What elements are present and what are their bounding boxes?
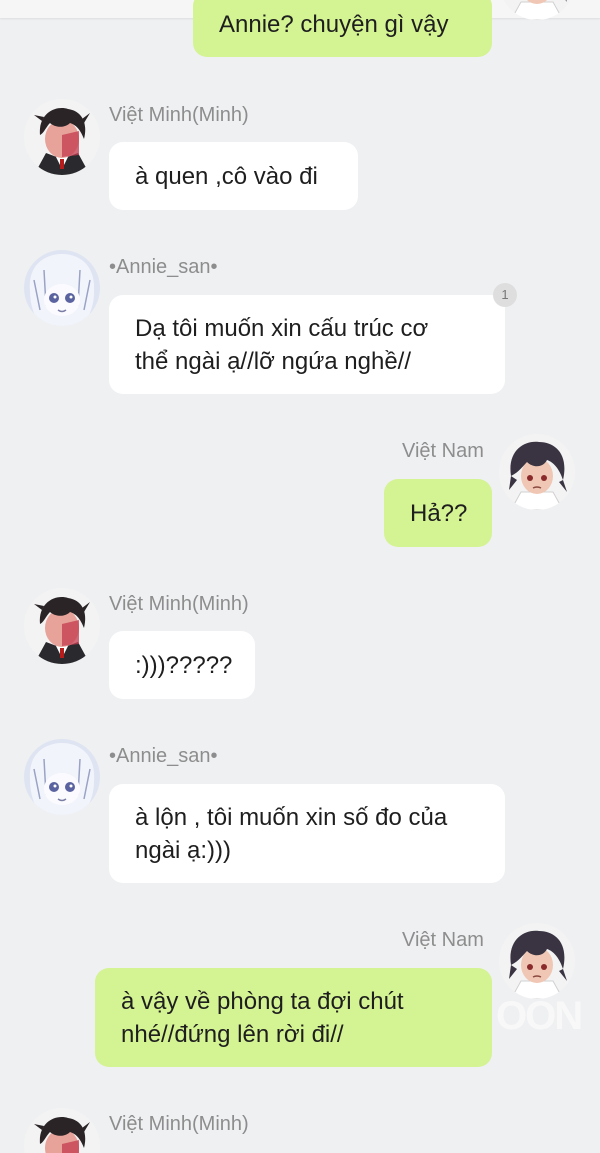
chat-area[interactable]: Annie? chuyện gì vậy Việt Minh(Minh) à q… (0, 0, 600, 1153)
watermark: OON (496, 994, 583, 1038)
sender-avatar[interactable] (499, 923, 575, 999)
message-text: :)))????? (135, 651, 233, 679)
sender-avatar[interactable] (24, 99, 100, 175)
sender-avatar[interactable] (499, 434, 575, 510)
sender-name: Việt Minh(Minh) (109, 593, 249, 615)
message-text: Annie? chuyện gì vậy (219, 11, 449, 38)
sender-name: Việt Minh(Minh) (109, 104, 249, 126)
sender-avatar[interactable] (24, 250, 100, 326)
sender-name: •Annie_san• (109, 745, 218, 767)
message-text: à vậy về phòng ta đợi chút nhé//đứng lên… (121, 987, 404, 1048)
read-count-badge: 1 (493, 283, 517, 307)
outgoing-message-bubble[interactable]: à vậy về phòng ta đợi chút nhé//đứng lên… (95, 968, 492, 1067)
sender-name: Việt Nam (402, 929, 484, 951)
message-text: à lộn , tôi muốn xin số đo của ngài ạ:))… (135, 803, 448, 864)
incoming-message-bubble[interactable]: Dạ tôi muốn xin cấu trúc cơ thể ngài ạ//… (109, 295, 505, 394)
sender-avatar[interactable] (24, 588, 100, 664)
outgoing-message-bubble[interactable]: Hả?? (384, 479, 492, 547)
incoming-message-bubble[interactable]: à quen ,cô vào đi (109, 142, 358, 210)
message-text: Hả?? (410, 499, 468, 527)
sender-avatar[interactable] (24, 739, 100, 815)
incoming-message-bubble[interactable]: à lộn , tôi muốn xin số đo của ngài ạ:))… (109, 784, 505, 883)
sender-name: Việt Nam (402, 440, 484, 462)
incoming-message-bubble[interactable]: :)))????? (109, 631, 255, 699)
outgoing-message-bubble[interactable]: Annie? chuyện gì vậy (193, 0, 492, 57)
message-text: Dạ tôi muốn xin cấu trúc cơ thể ngài ạ//… (135, 314, 429, 375)
sender-name: •Annie_san• (109, 256, 218, 278)
sender-avatar[interactable] (24, 1108, 100, 1153)
message-text: à quen ,cô vào đi (135, 162, 318, 190)
sender-name: Việt Minh(Minh) (109, 1113, 249, 1135)
